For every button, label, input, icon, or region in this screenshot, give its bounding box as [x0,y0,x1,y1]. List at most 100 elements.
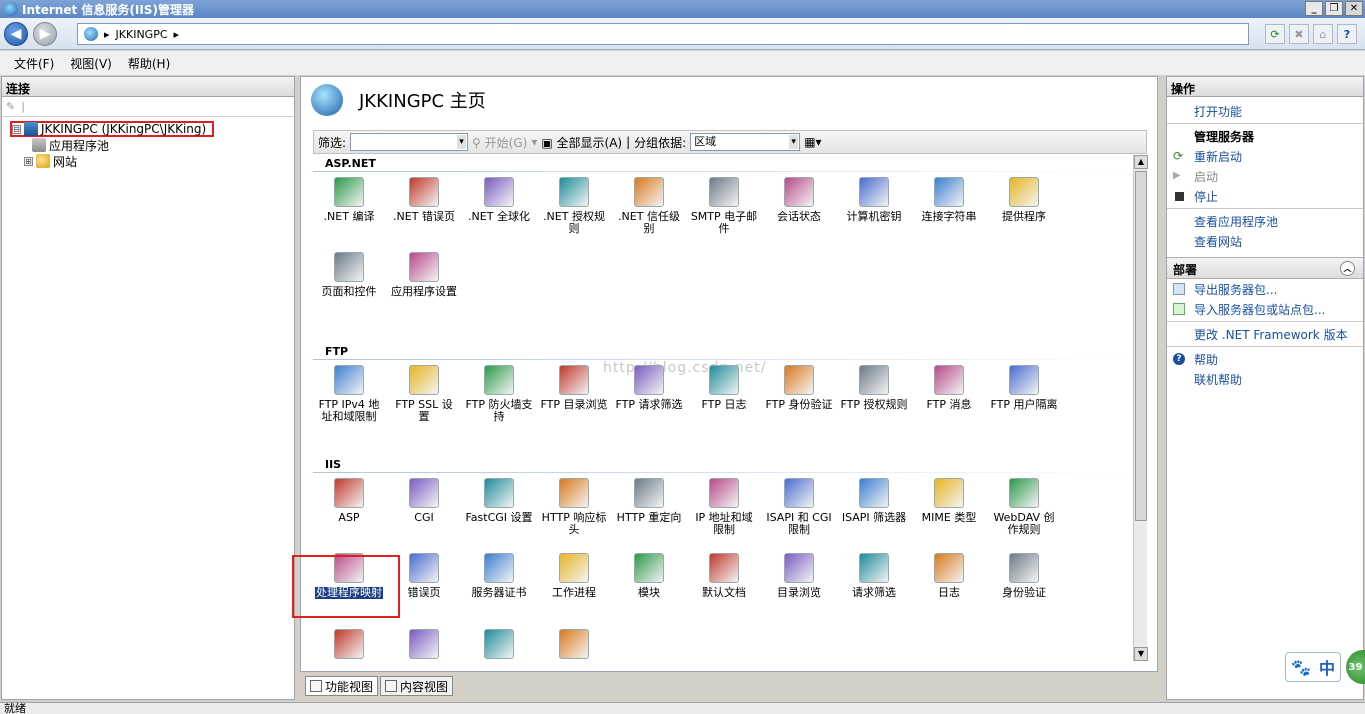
feature-item[interactable]: HTTP 响应标头 [540,478,608,536]
collapse-chevron-icon[interactable]: ︿ [1340,261,1355,276]
feature-item[interactable]: 身份验证 [990,553,1058,599]
feature-item[interactable]: FTP 消息 [915,365,983,411]
restore-button[interactable]: ❐ [1325,1,1343,16]
action-help[interactable]: ? 帮助 [1167,349,1363,369]
feature-icon [409,553,439,583]
feature-item[interactable]: ASP [315,478,383,524]
expand-icon[interactable]: ⊞ [24,156,33,166]
feature-item[interactable]: .NET 全球化 [465,177,533,223]
tab-content-view[interactable]: 内容视图 [380,676,454,696]
menu-view[interactable]: 视图(V) [64,55,118,72]
feature-item[interactable]: WebDAV 创作规则 [990,478,1058,536]
address-segment-server[interactable]: JKKINGPC [116,28,168,41]
menu-file[interactable]: 文件(F) [8,55,60,72]
feature-item[interactable]: HTTP 重定向 [615,478,683,524]
feature-scrollbar[interactable]: ▲ ▼ [1133,155,1148,661]
address-separator-end: ▸ [173,27,180,41]
feature-item[interactable]: FTP 防火墙支持 [465,365,533,423]
action-view-app-pools[interactable]: 查看应用程序池 [1167,211,1363,231]
feature-item[interactable]: 计算机密钥 [840,177,908,223]
feature-item[interactable]: .NET 错误页 [390,177,458,223]
forward-button[interactable]: ▶ [33,22,57,46]
scroll-up-arrow[interactable]: ▲ [1134,155,1148,169]
manage-server-title: 管理服务器 [1194,129,1255,144]
feature-item[interactable]: .NET 信任级别 [615,177,683,235]
home-icon[interactable]: ⌂ [1313,24,1333,44]
feature-item[interactable]: FTP 日志 [690,365,758,411]
address-bar[interactable]: ▸ JKKINGPC ▸ [77,23,1249,45]
feature-item[interactable]: 提供程序 [990,177,1058,223]
feature-item[interactable]: SMTP 电子邮件 [690,177,758,235]
feature-item[interactable]: FTP 用户隔离 [990,365,1058,411]
feature-item[interactable]: 连接字符串 [915,177,983,223]
feature-item[interactable]: MIME 类型 [915,478,983,524]
back-button[interactable]: ◀ [4,22,28,46]
feature-item[interactable]: 工作进程 [540,553,608,599]
action-import-package[interactable]: 导入服务器包或站点包... [1167,299,1363,319]
feature-item[interactable]: .NET 编译 [315,177,383,223]
feature-item[interactable]: ISAPI 筛选器 [840,478,908,524]
action-start[interactable]: ▶ 启动 [1167,166,1363,186]
feature-item[interactable]: 默认文档 [690,553,758,599]
view-mode-icon[interactable]: ▦▾ [804,135,821,149]
feature-item-partial[interactable] [465,629,533,661]
feature-item[interactable]: FTP 身份验证 [765,365,833,411]
tree-item-app-pools[interactable]: 应用程序池 [10,137,294,153]
go-button[interactable]: ⚲ 开始(G) [472,134,527,151]
show-all-button[interactable]: ▣ 全部显示(A) [541,134,622,151]
feature-item[interactable]: 模块 [615,553,683,599]
action-view-sites[interactable]: 查看网站 [1167,231,1363,251]
feature-item[interactable]: FastCGI 设置 [465,478,533,524]
feature-icon [559,629,589,659]
scroll-down-arrow[interactable]: ▼ [1134,647,1148,661]
group-by-select[interactable]: 区域 [690,133,801,151]
feature-item[interactable]: CGI [390,478,458,524]
page-header: JKKINGPC 主页 [301,77,1157,123]
menu-help[interactable]: 帮助(H) [122,55,176,72]
tree-item-sites[interactable]: ⊞ 网站 [10,153,294,169]
action-change-framework[interactable]: 更改 .NET Framework 版本 [1167,324,1363,344]
feature-item[interactable]: 目录浏览 [765,553,833,599]
feature-item[interactable]: 应用程序设置 [390,252,458,298]
minimize-button[interactable]: _ [1305,1,1323,16]
feature-item[interactable]: FTP 目录浏览 [540,365,608,411]
feature-item[interactable]: 错误页 [390,553,458,599]
stop-icon[interactable]: ✖ [1289,24,1309,44]
feature-icon [334,365,364,395]
feature-item[interactable]: IP 地址和域限制 [690,478,758,536]
action-restart[interactable]: ⟳ 重新启动 [1167,146,1363,166]
feature-item[interactable]: 服务器证书 [465,553,533,599]
feature-item[interactable]: FTP 授权规则 [840,365,908,411]
feature-item[interactable]: 会话状态 [765,177,833,223]
help-icon[interactable]: ? [1337,24,1357,44]
feature-item-partial[interactable] [315,629,383,661]
scroll-thumb[interactable] [1135,171,1147,521]
ime-indicator[interactable]: 🐾 中 [1285,652,1341,682]
group-by-label: 分组依据: [634,135,687,150]
feature-item[interactable]: 日志 [915,553,983,599]
close-button[interactable]: ✕ [1345,1,1363,16]
feature-item[interactable]: 请求筛选 [840,553,908,599]
feature-item[interactable]: FTP 请求筛选 [615,365,683,411]
tree-item-server[interactable]: ⊟ JKKINGPC (JKKingPC\JKKing) [10,121,215,137]
action-stop[interactable]: 停止 [1167,186,1363,206]
filter-input[interactable] [350,133,469,151]
tab-features-view[interactable]: 功能视图 [305,676,379,696]
feature-item-partial[interactable] [390,629,458,661]
feature-label: HTTP 响应标头 [541,511,607,536]
action-change-framework-label: 更改 .NET Framework 版本 [1194,327,1348,342]
feature-item[interactable]: ISAPI 和 CGI 限制 [765,478,833,536]
feature-item[interactable]: 页面和控件 [315,252,383,298]
collapse-icon[interactable]: ⊟ [12,124,21,134]
new-connection-icon[interactable]: ✎ [6,100,15,113]
action-online-help[interactable]: 联机帮助 [1167,369,1363,389]
feature-item[interactable]: FTP IPv4 地址和域限制 [315,365,383,423]
action-open-feature[interactable]: 打开功能 [1167,101,1363,121]
refresh-icon[interactable]: ⟳ [1265,24,1285,44]
action-export-package[interactable]: 导出服务器包... [1167,279,1363,299]
window-controls: _ ❐ ✕ [1305,1,1363,16]
feature-item[interactable]: .NET 授权规则 [540,177,608,235]
feature-item[interactable]: FTP SSL 设置 [390,365,458,423]
go-dropdown-icon[interactable]: ▾ [531,135,537,149]
feature-item-partial[interactable] [540,629,608,661]
